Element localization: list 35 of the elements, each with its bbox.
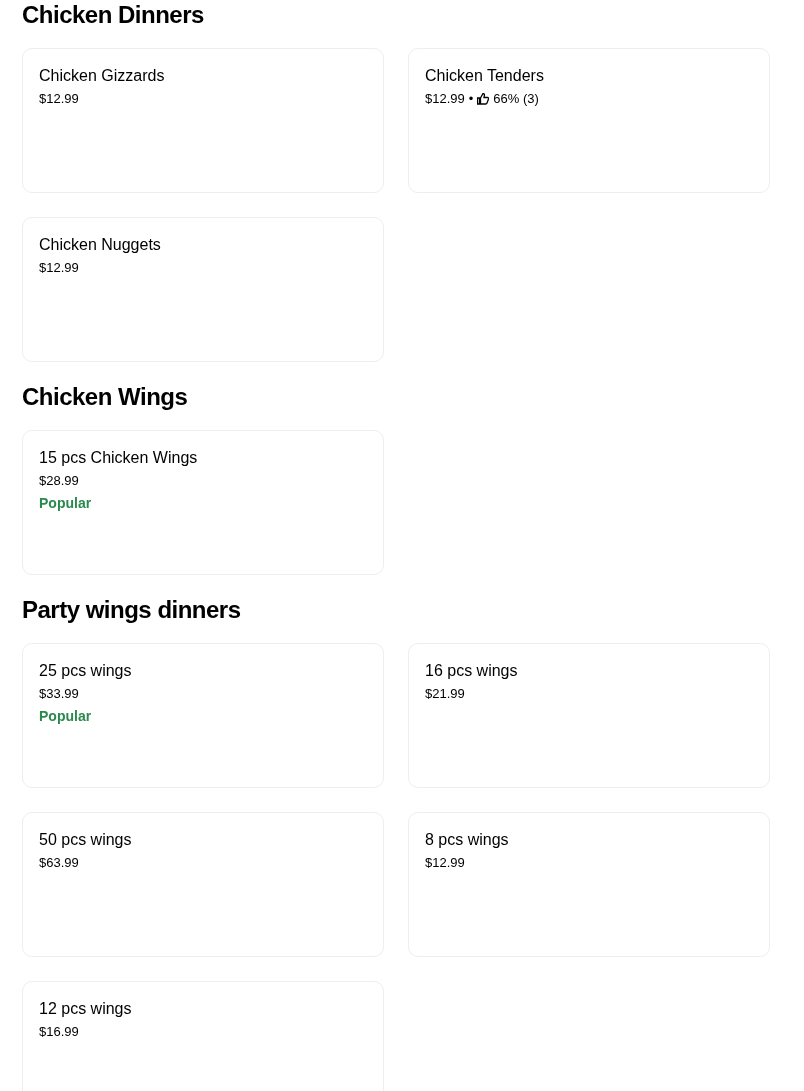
- menu-item-card[interactable]: Chicken Gizzards $12.99: [22, 48, 384, 193]
- section-heading: Party wings dinners: [22, 595, 242, 625]
- menu-item-card[interactable]: 16 pcs wings $21.99: [408, 643, 770, 788]
- item-name: 25 pcs wings: [39, 661, 132, 681]
- menu-item-card[interactable]: 25 pcs wings $33.99 Popular: [22, 643, 384, 788]
- item-price: $33.99: [39, 685, 79, 703]
- item-price: $28.99: [39, 472, 79, 490]
- item-price: $21.99: [425, 685, 465, 703]
- item-name: 12 pcs wings: [39, 999, 132, 1019]
- item-name: 8 pcs wings: [425, 830, 509, 850]
- item-price: $16.99: [39, 1023, 79, 1041]
- menu-item-card[interactable]: Chicken Tenders $12.99 • 66% (3): [408, 48, 770, 193]
- popular-label: Popular: [39, 494, 92, 512]
- item-price: $12.99: [39, 90, 79, 108]
- menu-item-card[interactable]: 12 pcs wings $16.99: [22, 981, 384, 1091]
- menu-item-card[interactable]: 15 pcs Chicken Wings $28.99 Popular: [22, 430, 384, 575]
- item-price: $12.99: [425, 90, 465, 108]
- item-name: 50 pcs wings: [39, 830, 132, 850]
- menu-item-card[interactable]: 8 pcs wings $12.99: [408, 812, 770, 957]
- menu-item-card[interactable]: 50 pcs wings $63.99: [22, 812, 384, 957]
- item-name: Chicken Nuggets: [39, 235, 161, 255]
- item-name: 15 pcs Chicken Wings: [39, 448, 198, 468]
- thumbs-up-icon: [477, 93, 490, 105]
- item-name: Chicken Gizzards: [39, 66, 165, 86]
- item-price: $12.99: [39, 259, 79, 277]
- item-rating: 66% (3): [493, 90, 539, 108]
- menu-item-card[interactable]: Chicken Nuggets $12.99: [22, 217, 384, 362]
- section-heading: Chicken Wings: [22, 382, 189, 412]
- item-name: 16 pcs wings: [425, 661, 518, 681]
- separator: •: [468, 90, 474, 108]
- item-name: Chicken Tenders: [425, 66, 544, 86]
- section-heading: Chicken Dinners: [22, 0, 205, 30]
- popular-label: Popular: [39, 707, 92, 725]
- item-price: $12.99: [425, 854, 465, 872]
- item-price: $63.99: [39, 854, 79, 872]
